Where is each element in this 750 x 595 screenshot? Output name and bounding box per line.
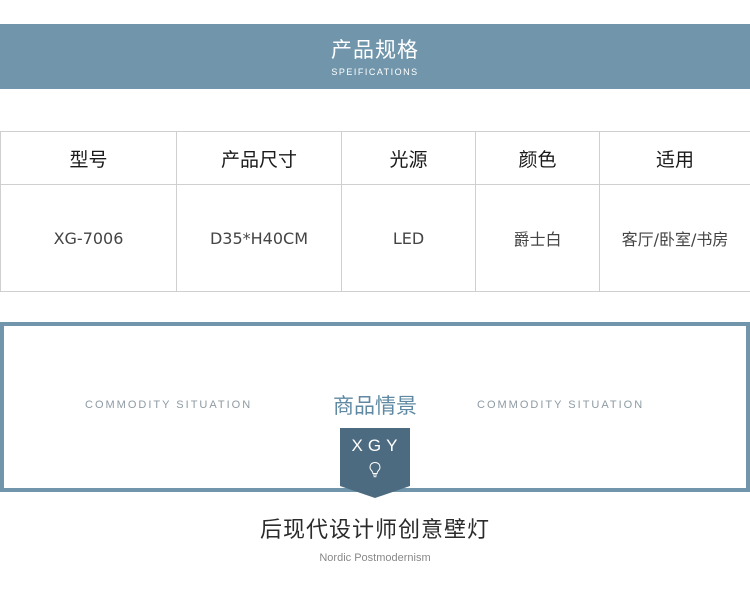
value-size: D35*H40CM [176, 184, 342, 292]
product-title: 后现代设计师创意壁灯 [259, 518, 490, 543]
badge-text: XGY [351, 436, 403, 455]
banner-title: 产品规格 [331, 38, 419, 62]
spec-value-row: XG-7006 D35*H40CM LED 爵士白 客厅/卧室/书房 [0, 184, 750, 292]
spec-header-row: 型号 产品尺寸 光源 颜色 适用 [0, 131, 750, 185]
header-light-source: 光源 [341, 131, 476, 185]
commodity-caption-right: COMMODITY SITUATION [477, 399, 645, 411]
badge-pointer [340, 486, 410, 498]
banner-subtitle: SPEIFICATIONS [331, 67, 419, 77]
product-subtitle: Nordic Postmodernism [319, 552, 431, 564]
xgy-logo-badge: XGY [340, 428, 410, 486]
header-size: 产品尺寸 [176, 131, 342, 185]
header-model: 型号 [0, 131, 177, 185]
value-applicable: 客厅/卧室/书房 [599, 184, 750, 292]
commodity-caption-left: COMMODITY SITUATION [85, 399, 253, 411]
specifications-banner: 产品规格 SPEIFICATIONS [0, 24, 750, 89]
header-color: 颜色 [475, 131, 600, 185]
value-color: 爵士白 [475, 184, 600, 292]
value-light-source: LED [341, 184, 476, 292]
value-model: XG-7006 [0, 184, 177, 292]
spec-table: 型号 产品尺寸 光源 颜色 适用 XG-7006 D35*H40CM LED 爵… [0, 131, 750, 292]
scene-title: 商品情景 [333, 394, 417, 418]
lightbulb-icon [369, 461, 381, 478]
header-applicable: 适用 [599, 131, 750, 185]
